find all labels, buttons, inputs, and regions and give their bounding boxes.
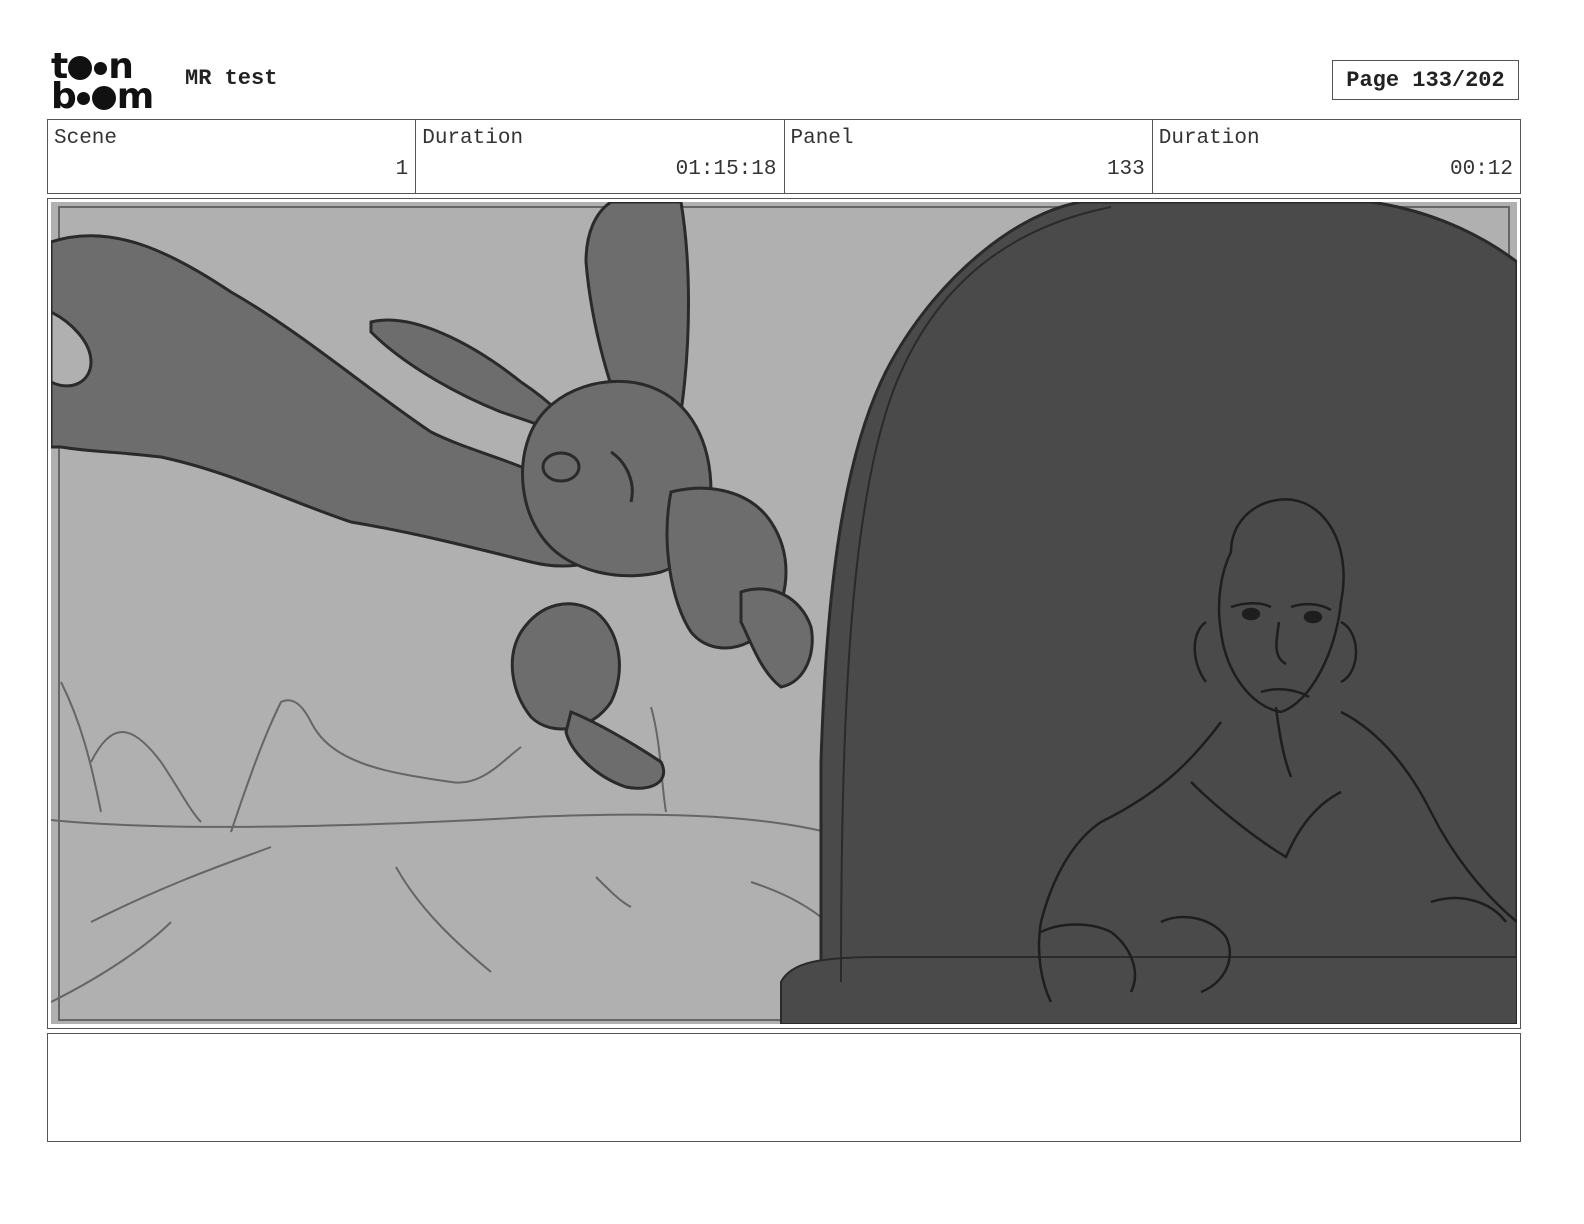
panel-value: 133 <box>1106 158 1145 181</box>
panel-notes <box>47 1033 1521 1142</box>
panel-info-row: Scene 1 Duration 01:15:18 Panel 133 Dura… <box>47 119 1521 194</box>
scene-duration-cell: Duration 01:15:18 <box>416 120 785 193</box>
scene-duration-value: 01:15:18 <box>675 158 777 181</box>
panel-duration-value: 00:12 <box>1449 158 1513 181</box>
panel-cell: Panel 133 <box>785 120 1153 193</box>
scene-duration-label: Duration <box>422 127 524 150</box>
throne-base <box>780 956 1517 1024</box>
scene-cell: Scene 1 <box>48 120 417 193</box>
panel-duration-cell: Duration 00:12 <box>1153 120 1520 193</box>
toonboom-logo: tn bm <box>51 49 163 117</box>
panel-label: Panel <box>790 127 854 150</box>
page-indicator: Page 133/202 <box>1332 60 1519 100</box>
storyboard-sketch <box>51 202 1517 1024</box>
panel-duration-label: Duration <box>1158 127 1260 150</box>
logo-line-bottom: bm <box>51 76 154 117</box>
scene-label: Scene <box>54 127 118 150</box>
scene-value: 1 <box>395 158 409 181</box>
project-title: MR test <box>185 66 278 91</box>
